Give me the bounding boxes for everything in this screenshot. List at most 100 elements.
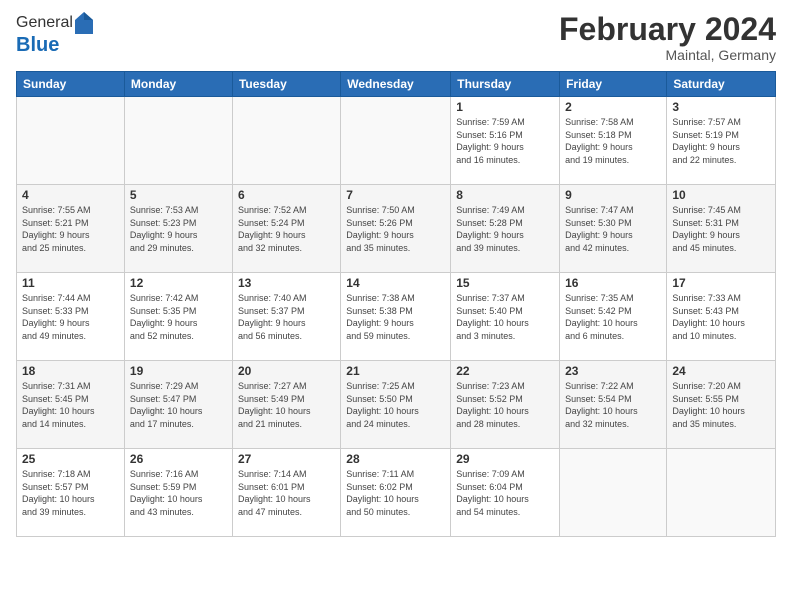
day-info: Sunrise: 7:25 AM Sunset: 5:50 PM Dayligh… [346,380,445,430]
day-info: Sunrise: 7:11 AM Sunset: 6:02 PM Dayligh… [346,468,445,518]
day-info: Sunrise: 7:53 AM Sunset: 5:23 PM Dayligh… [130,204,227,254]
day-info: Sunrise: 7:35 AM Sunset: 5:42 PM Dayligh… [565,292,661,342]
subtitle: Maintal, Germany [559,47,776,63]
table-row: 22 Sunrise: 7:23 AM Sunset: 5:52 PM Dayli… [451,361,560,449]
col-sunday: Sunday [17,72,125,97]
page: General Blue February 2024 Maintal, Germ… [0,0,792,612]
day-number: 4 [22,188,119,202]
title-block: February 2024 Maintal, Germany [559,12,776,63]
table-row: 17 Sunrise: 7:33 AM Sunset: 5:43 PM Dayli… [667,273,776,361]
day-number: 15 [456,276,554,290]
day-number: 14 [346,276,445,290]
day-number: 29 [456,452,554,466]
table-row: 7Sunrise: 7:50 AM Sunset: 5:26 PM Daylig… [341,185,451,273]
day-number: 13 [238,276,335,290]
day-number: 26 [130,452,227,466]
table-row: 12 Sunrise: 7:42 AM Sunset: 5:35 PM Dayli… [124,273,232,361]
table-row: 15 Sunrise: 7:37 AM Sunset: 5:40 PM Dayli… [451,273,560,361]
day-number: 5 [130,188,227,202]
day-info: Sunrise: 7:44 AM Sunset: 5:33 PM Dayligh… [22,292,119,342]
day-info: Sunrise: 7:14 AM Sunset: 6:01 PM Dayligh… [238,468,335,518]
day-number: 20 [238,364,335,378]
day-number: 17 [672,276,770,290]
table-row: 26 Sunrise: 7:16 AM Sunset: 5:59 PM Dayli… [124,449,232,537]
day-info: Sunrise: 7:31 AM Sunset: 5:45 PM Dayligh… [22,380,119,430]
day-number: 3 [672,100,770,114]
day-info: Sunrise: 7:20 AM Sunset: 5:55 PM Dayligh… [672,380,770,430]
day-number: 9 [565,188,661,202]
col-friday: Friday [560,72,667,97]
table-row [667,449,776,537]
table-row: 1 Sunrise: 7:59 AM Sunset: 5:16 PM Daylig… [451,97,560,185]
day-number: 11 [22,276,119,290]
table-row: 11 Sunrise: 7:44 AM Sunset: 5:33 PM Dayli… [17,273,125,361]
col-wednesday: Wednesday [341,72,451,97]
day-info: Sunrise: 7:47 AM Sunset: 5:30 PM Dayligh… [565,204,661,254]
day-info: Sunrise: 7:52 AM Sunset: 5:24 PM Dayligh… [238,204,335,254]
day-info: Sunrise: 7:42 AM Sunset: 5:35 PM Dayligh… [130,292,227,342]
day-number: 2 [565,100,661,114]
day-number: 18 [22,364,119,378]
table-row: 18 Sunrise: 7:31 AM Sunset: 5:45 PM Dayli… [17,361,125,449]
col-tuesday: Tuesday [232,72,340,97]
table-row: 5 Sunrise: 7:53 AM Sunset: 5:23 PM Daylig… [124,185,232,273]
logo-general-text: General [16,14,73,32]
day-number: 25 [22,452,119,466]
table-row [124,97,232,185]
calendar-week-row: 4Sunrise: 7:55 AM Sunset: 5:21 PM Daylig… [17,185,776,273]
table-row: 14 Sunrise: 7:38 AM Sunset: 5:38 PM Dayli… [341,273,451,361]
day-info: Sunrise: 7:59 AM Sunset: 5:16 PM Dayligh… [456,116,554,166]
table-row: 24 Sunrise: 7:20 AM Sunset: 5:55 PM Dayli… [667,361,776,449]
day-number: 23 [565,364,661,378]
day-info: Sunrise: 7:37 AM Sunset: 5:40 PM Dayligh… [456,292,554,342]
day-info: Sunrise: 7:33 AM Sunset: 5:43 PM Dayligh… [672,292,770,342]
table-row: 28Sunrise: 7:11 AM Sunset: 6:02 PM Dayli… [341,449,451,537]
day-info: Sunrise: 7:45 AM Sunset: 5:31 PM Dayligh… [672,204,770,254]
day-number: 22 [456,364,554,378]
table-row: 29 Sunrise: 7:09 AM Sunset: 6:04 PM Dayli… [451,449,560,537]
table-row [232,97,340,185]
logo-blue-text: Blue [16,34,59,56]
table-row: 3 Sunrise: 7:57 AM Sunset: 5:19 PM Daylig… [667,97,776,185]
col-thursday: Thursday [451,72,560,97]
day-number: 6 [238,188,335,202]
calendar: Sunday Monday Tuesday Wednesday Thursday… [16,71,776,537]
day-info: Sunrise: 7:16 AM Sunset: 5:59 PM Dayligh… [130,468,227,518]
day-info: Sunrise: 7:09 AM Sunset: 6:04 PM Dayligh… [456,468,554,518]
table-row: 27 Sunrise: 7:14 AM Sunset: 6:01 PM Dayli… [232,449,340,537]
col-saturday: Saturday [667,72,776,97]
table-row: 4Sunrise: 7:55 AM Sunset: 5:21 PM Daylig… [17,185,125,273]
month-title: February 2024 [559,12,776,47]
calendar-week-row: 11 Sunrise: 7:44 AM Sunset: 5:33 PM Dayli… [17,273,776,361]
day-number: 12 [130,276,227,290]
day-info: Sunrise: 7:57 AM Sunset: 5:19 PM Dayligh… [672,116,770,166]
day-number: 27 [238,452,335,466]
day-number: 8 [456,188,554,202]
table-row [17,97,125,185]
day-info: Sunrise: 7:40 AM Sunset: 5:37 PM Dayligh… [238,292,335,342]
day-info: Sunrise: 7:38 AM Sunset: 5:38 PM Dayligh… [346,292,445,342]
table-row: 21 Sunrise: 7:25 AM Sunset: 5:50 PM Dayli… [341,361,451,449]
day-info: Sunrise: 7:49 AM Sunset: 5:28 PM Dayligh… [456,204,554,254]
table-row: 19Sunrise: 7:29 AM Sunset: 5:47 PM Dayli… [124,361,232,449]
day-info: Sunrise: 7:18 AM Sunset: 5:57 PM Dayligh… [22,468,119,518]
calendar-week-row: 1 Sunrise: 7:59 AM Sunset: 5:16 PM Daylig… [17,97,776,185]
table-row: 8 Sunrise: 7:49 AM Sunset: 5:28 PM Daylig… [451,185,560,273]
table-row: 13 Sunrise: 7:40 AM Sunset: 5:37 PM Dayli… [232,273,340,361]
day-info: Sunrise: 7:27 AM Sunset: 5:49 PM Dayligh… [238,380,335,430]
day-info: Sunrise: 7:58 AM Sunset: 5:18 PM Dayligh… [565,116,661,166]
col-monday: Monday [124,72,232,97]
calendar-week-row: 18 Sunrise: 7:31 AM Sunset: 5:45 PM Dayli… [17,361,776,449]
day-info: Sunrise: 7:22 AM Sunset: 5:54 PM Dayligh… [565,380,661,430]
day-number: 21 [346,364,445,378]
table-row: 6 Sunrise: 7:52 AM Sunset: 5:24 PM Daylig… [232,185,340,273]
table-row: 23 Sunrise: 7:22 AM Sunset: 5:54 PM Dayli… [560,361,667,449]
day-number: 10 [672,188,770,202]
day-info: Sunrise: 7:50 AM Sunset: 5:26 PM Dayligh… [346,204,445,254]
day-number: 24 [672,364,770,378]
day-info: Sunrise: 7:23 AM Sunset: 5:52 PM Dayligh… [456,380,554,430]
day-number: 1 [456,100,554,114]
day-number: 19 [130,364,227,378]
table-row: 25 Sunrise: 7:18 AM Sunset: 5:57 PM Dayli… [17,449,125,537]
table-row: 10 Sunrise: 7:45 AM Sunset: 5:31 PM Dayli… [667,185,776,273]
